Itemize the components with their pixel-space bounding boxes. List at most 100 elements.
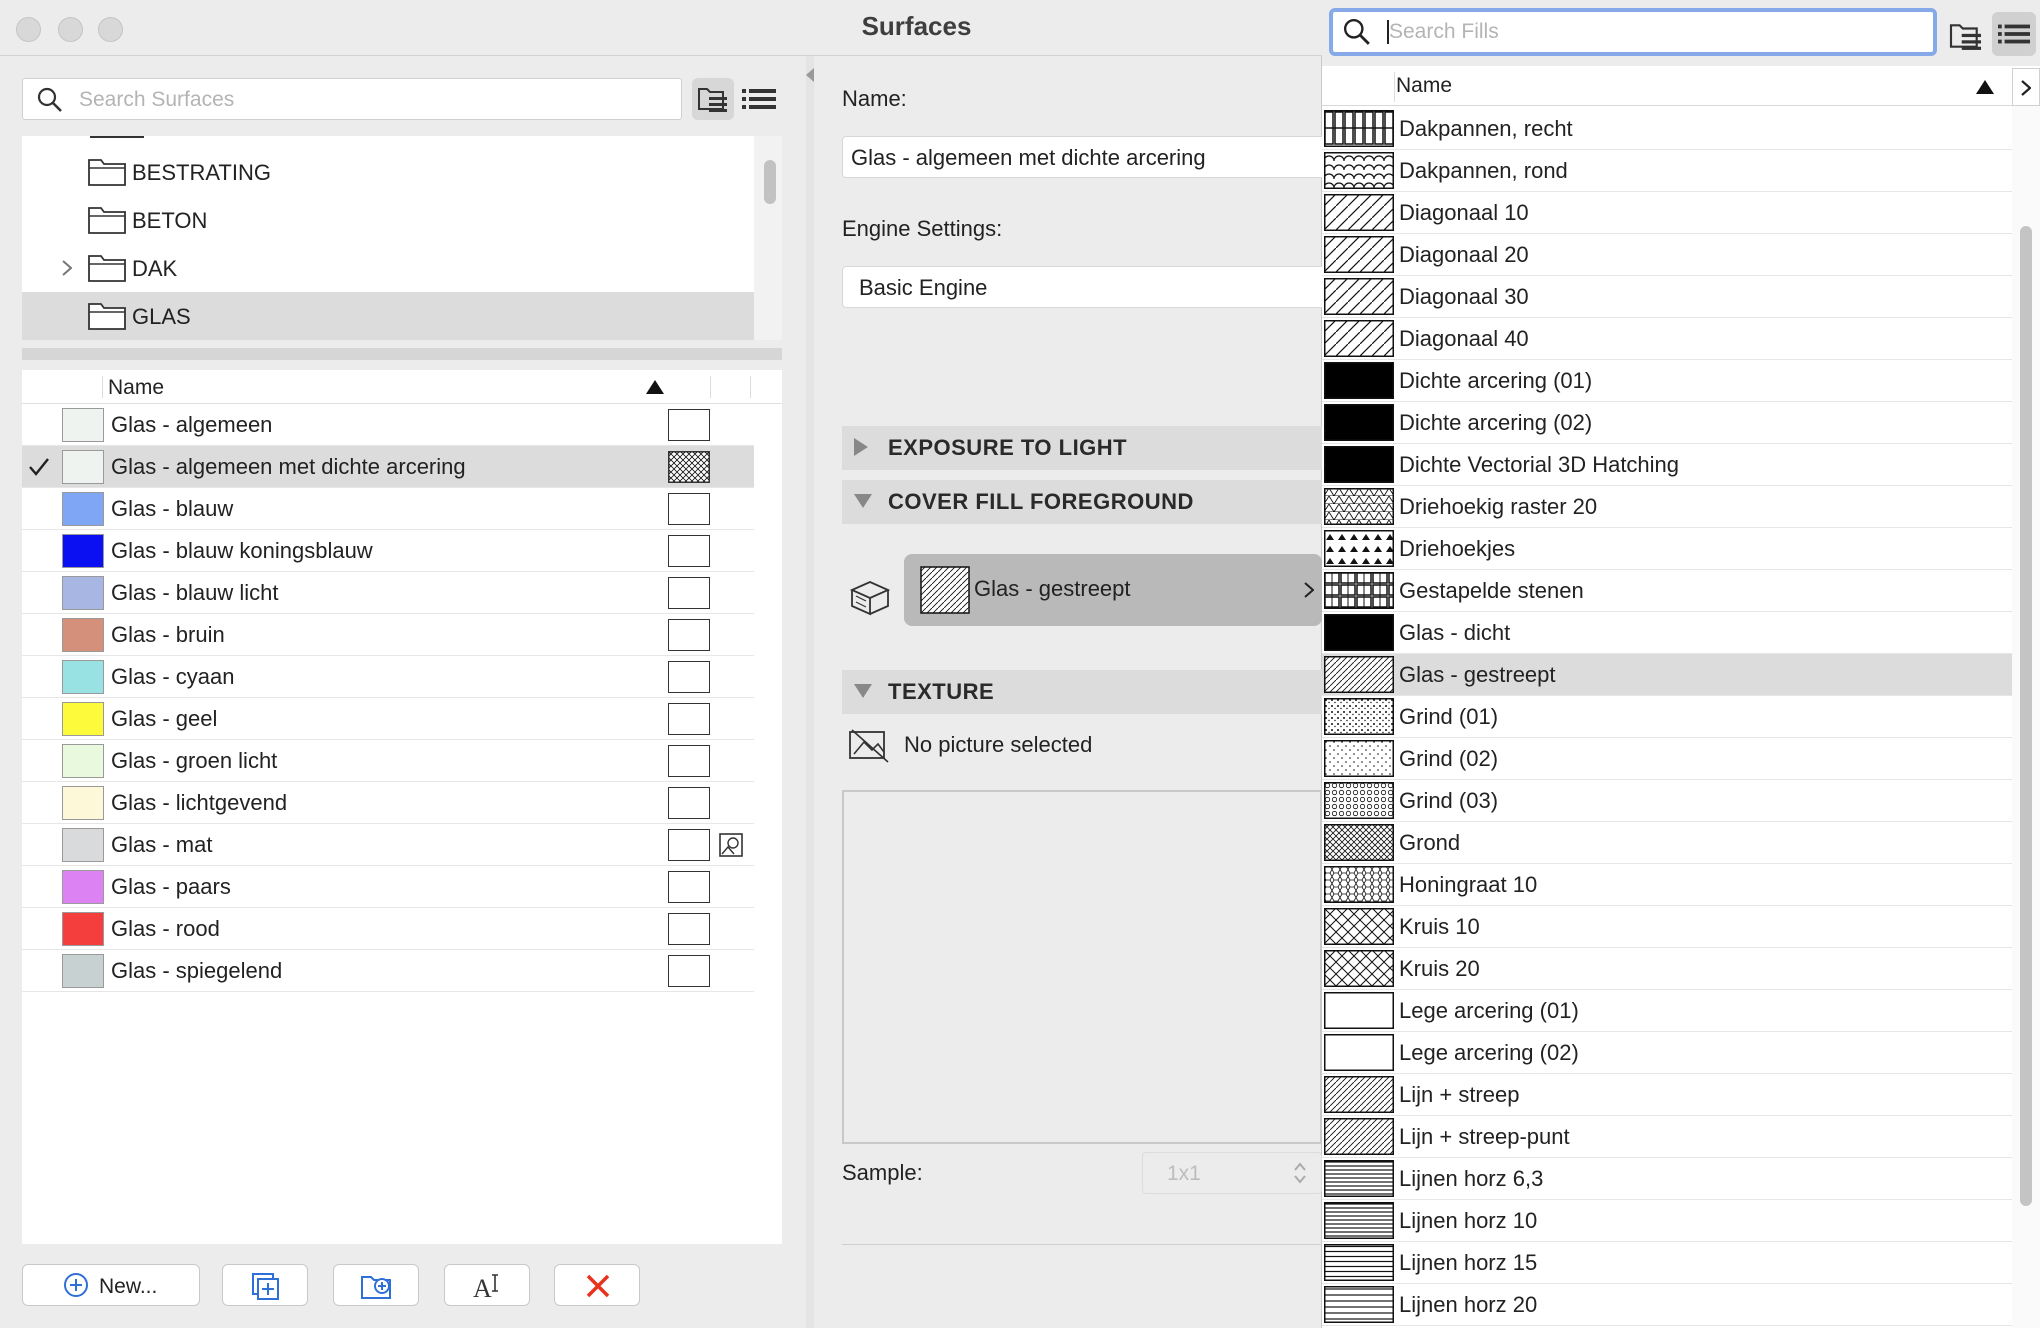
fills-list-header[interactable]: Name [1322, 68, 2012, 106]
fill-row[interactable]: Diagonaal 20 [1322, 234, 2012, 276]
fill-row[interactable]: Diagonaal 40 [1322, 318, 2012, 360]
tree-scroll-thumb[interactable] [764, 160, 776, 204]
fill-row[interactable]: Dakpannen, rond [1322, 150, 2012, 192]
fill-row[interactable]: Lege arcering (01) [1322, 990, 2012, 1032]
fill-row[interactable]: Lijnen horz 15 [1322, 1242, 2012, 1284]
surface-row[interactable]: Glas - blauw [22, 488, 754, 530]
split-divider[interactable] [22, 348, 782, 360]
close-window-button[interactable] [16, 17, 41, 42]
fill-row[interactable]: Lijn + streep-punt [1322, 1116, 2012, 1158]
fill-row[interactable]: Lijn + streep [1322, 1074, 2012, 1116]
fills-list-view-button[interactable] [1992, 12, 2036, 56]
fill-row[interactable]: Grind (03) [1322, 780, 2012, 822]
fill-row[interactable]: Lijnen horz 20 [1322, 1284, 2012, 1326]
surface-row[interactable]: Glas - blauw licht [22, 572, 754, 614]
surface-row[interactable]: Glas - bruin [22, 614, 754, 656]
folder-row[interactable]: BETON [22, 196, 754, 244]
column-chooser-button[interactable] [2012, 68, 2040, 106]
fill-row[interactable]: Kruis 20 [1322, 948, 2012, 990]
surface-color-swatch [62, 408, 104, 442]
fill-row[interactable]: Glas - gestreept [1322, 654, 2012, 696]
fill-row[interactable]: Diagonaal 10 [1322, 192, 2012, 234]
fill-row[interactable]: Lijnen horz 6,3 [1322, 1158, 2012, 1200]
fill-name: Diagonaal 20 [1399, 242, 1529, 267]
fills-picker-panel: Search Fills Name Dakpannen, recht Dakpan… [1322, 0, 2040, 1328]
folder-icon [88, 303, 126, 330]
surface-row[interactable]: Glas - rood [22, 908, 754, 950]
folder-row[interactable]: GLAS [22, 292, 754, 340]
delete-button[interactable] [554, 1264, 640, 1306]
cover-fill-selector[interactable]: Glas - gestreept [904, 554, 1322, 626]
fill-row[interactable]: Grind (01) [1322, 696, 2012, 738]
stepper-arrows-icon[interactable] [1293, 1161, 1307, 1185]
fill-row[interactable]: Kruis 10 [1322, 906, 2012, 948]
sort-ascending-icon[interactable] [646, 380, 664, 394]
fill-row[interactable]: Lijnen horz 10 [1322, 1200, 2012, 1242]
rename-button[interactable]: A [444, 1264, 530, 1306]
fills-scrollbar[interactable] [2012, 106, 2040, 1328]
fill-row[interactable]: Dichte Vectorial 3D Hatching [1322, 444, 2012, 486]
fill-pattern-swatch [1324, 110, 1394, 147]
fill-row[interactable]: Dakpannen, recht [1322, 108, 2012, 150]
fill-row[interactable]: Dichte arcering (01) [1322, 360, 2012, 402]
folder-label: DAK [132, 256, 178, 281]
surface-row[interactable]: Glas - mat [22, 824, 754, 866]
fill-name: Lege arcering (02) [1399, 1040, 1579, 1065]
fill-pattern-swatch [1324, 194, 1394, 231]
fill-row[interactable]: Gestapelde stenen [1322, 570, 2012, 612]
minimize-window-button[interactable] [58, 17, 83, 42]
fills-scroll-thumb[interactable] [2020, 226, 2032, 1206]
surface-name: Glas - spiegelend [111, 958, 283, 983]
sort-ascending-icon[interactable] [1976, 80, 1994, 94]
fills-name-column-header[interactable]: Name [1396, 74, 1452, 98]
folder-view-button[interactable] [692, 78, 734, 120]
fill-row[interactable]: Honingraat 10 [1322, 864, 2012, 906]
surface-name-field[interactable]: Glas - algemeen met dichte arcering [842, 136, 1328, 178]
folder-row[interactable]: BESTRATING [22, 148, 754, 196]
surface-row[interactable]: Glas - cyaan [22, 656, 754, 698]
surface-row[interactable]: Glas - spiegelend [22, 950, 754, 992]
engine-settings-label: Engine Settings: [842, 216, 1003, 241]
list-icon [1998, 24, 2030, 44]
fills-folder-view-button[interactable] [1944, 14, 1988, 56]
fill-row[interactable]: Grond [1322, 822, 2012, 864]
chevron-right-icon[interactable] [62, 260, 72, 276]
fill-name: Kruis 10 [1399, 914, 1480, 939]
fill-row[interactable]: Diagonaal 30 [1322, 276, 2012, 318]
surface-row[interactable]: Glas - lichtgevend [22, 782, 754, 824]
new-surface-button[interactable]: New... [22, 1264, 200, 1306]
name-column-header[interactable]: Name [108, 376, 164, 400]
surface-name: Glas - groen licht [111, 748, 278, 773]
search-surfaces-field[interactable]: Search Surfaces [22, 78, 682, 120]
duplicate-button[interactable] [222, 1264, 308, 1306]
list-scrollbar[interactable] [754, 404, 782, 1244]
fill-row[interactable]: Dichte arcering (02) [1322, 402, 2012, 444]
surface-row[interactable]: Glas - paars [22, 866, 754, 908]
texture-section-header[interactable]: TEXTURE [842, 670, 1322, 714]
exposure-section-header[interactable]: EXPOSURE TO LIGHT [842, 426, 1322, 470]
surface-row[interactable]: Glas - groen licht [22, 740, 754, 782]
fill-row[interactable]: Lege arcering (02) [1322, 1032, 2012, 1074]
cover-fill-section-header[interactable]: COVER FILL FOREGROUND [842, 480, 1322, 524]
surface-row[interactable]: Glas - algemeen met dichte arcering [22, 446, 754, 488]
surface-name: Glas - bruin [111, 622, 225, 647]
surface-row[interactable]: Glas - blauw koningsblauw [22, 530, 754, 572]
delete-x-icon [586, 1274, 610, 1298]
fill-row[interactable]: Driehoekig raster 20 [1322, 486, 2012, 528]
zoom-window-button[interactable] [98, 17, 123, 42]
surface-row[interactable]: Glas - algemeen [22, 404, 754, 446]
engine-dropdown[interactable]: Basic Engine [842, 266, 1328, 308]
fill-row[interactable]: Grind (02) [1322, 738, 2012, 780]
surface-row[interactable]: Glas - geel [22, 698, 754, 740]
list-header[interactable]: Name [22, 370, 782, 404]
new-folder-button[interactable] [333, 1264, 419, 1306]
search-fills-field[interactable]: Search Fills [1329, 8, 1937, 56]
settings-panel: Name: Glas - algemeen met dichte arcerin… [806, 56, 1328, 1328]
sample-stepper[interactable]: 1x1 [1142, 1152, 1322, 1194]
fill-pattern-swatch [1324, 236, 1394, 273]
fill-row[interactable]: Driehoekjes [1322, 528, 2012, 570]
list-view-button[interactable] [738, 78, 780, 120]
tree-scrollbar[interactable] [754, 136, 782, 340]
fill-row[interactable]: Glas - dicht [1322, 612, 2012, 654]
folder-row[interactable]: DAK [22, 244, 754, 292]
